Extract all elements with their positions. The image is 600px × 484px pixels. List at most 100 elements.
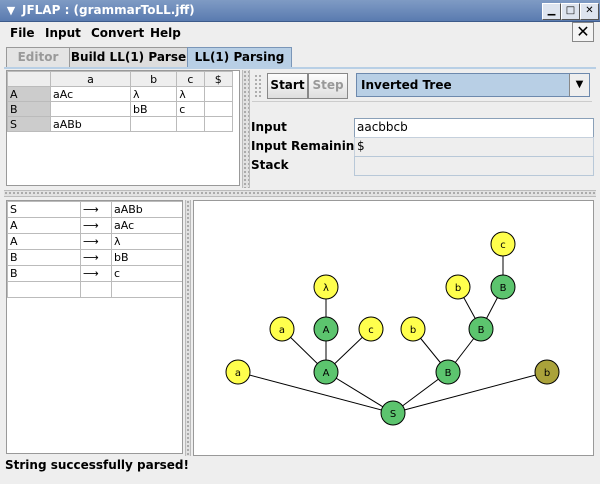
production-lhs[interactable]: B [7,249,81,266]
tree-node-b_end[interactable]: b [534,359,560,385]
production-lhs[interactable]: A [7,233,81,250]
toolbar-divider [252,101,592,102]
table-row [7,281,182,298]
parse-table-panel: a b c $ A aAc λ λ B bB c S aABb [6,70,240,186]
input-remaining-label: Input Remaining [251,139,363,153]
toolbar-grip[interactable] [254,74,262,98]
title-bar: ▼ JFLAP : (grammarToLL.jff) ▁ □ ✕ [0,0,600,22]
tree-node-a2[interactable]: a [269,316,295,342]
tree-node-b3[interactable]: b [445,274,471,300]
table-row: A aAc λ λ [7,86,234,102]
tree-node-a2[interactable]: A [313,316,339,342]
tree-node-label: c [368,325,374,336]
tab-ll1-parsing[interactable]: LL(1) Parsing [187,47,292,68]
menu-help[interactable]: Help [150,26,181,40]
view-mode-value: Inverted Tree [361,78,452,92]
parse-table[interactable]: a b c $ A aAc λ λ B bB c S aABb [7,71,234,132]
tree-node-s[interactable]: S [380,400,406,426]
menu-file[interactable]: File [10,26,35,40]
tree-node-label: B [445,368,452,379]
window-menu-icon[interactable]: ▼ [3,3,19,18]
table-cell[interactable] [130,116,178,132]
table-cell[interactable] [176,116,205,132]
vertical-splitter-bottom[interactable] [185,200,191,456]
arrow-icon: ⟶ [80,233,112,250]
maximize-icon[interactable]: □ [561,3,580,20]
tree-node-lam[interactable]: λ [313,274,339,300]
chevron-down-icon[interactable]: ▼ [569,74,589,96]
arrow-icon: ⟶ [80,201,112,218]
input-label: Input [251,120,287,134]
table-cell[interactable]: λ [176,86,205,102]
production-rhs[interactable]: aAc [111,217,182,234]
close-window-icon[interactable]: ✕ [580,3,599,20]
production-lhs[interactable]: S [7,201,81,218]
production-lhs[interactable]: B [7,265,81,282]
production-rhs[interactable]: aABb [111,201,182,218]
grammar-table-panel: S ⟶ aABb A ⟶ aAc A ⟶ λ B ⟶ bB B ⟶ c [6,200,183,454]
input-remaining-field: $ [354,137,594,157]
tree-node-label: B [478,325,485,336]
tab-underline [4,67,596,69]
production-lhs[interactable] [7,281,81,298]
menu-convert[interactable]: Convert [91,26,144,40]
table-cell[interactable] [203,101,234,117]
tree-node-label: A [323,325,330,336]
tree-node-label: b [455,283,461,294]
table-cell[interactable] [203,116,234,132]
production-lhs[interactable]: A [7,217,81,234]
step-button[interactable]: Step [308,73,348,99]
row-header: A [7,86,51,102]
tree-node-b1[interactable]: B [435,359,461,385]
table-cell[interactable]: c [176,101,205,117]
table-cell[interactable]: bB [130,101,178,117]
tree-node-c1[interactable]: c [358,316,384,342]
start-button[interactable]: Start [267,73,308,99]
tree-node-label: A [323,368,330,379]
arrow-icon: ⟶ [80,217,112,234]
tree-node-a1[interactable]: a [225,359,251,385]
table-cell[interactable] [49,101,132,117]
tree-node-b2[interactable]: B [468,316,494,342]
row-header: B [7,101,51,117]
close-tab-icon[interactable]: ✕ [572,22,594,42]
table-row: B ⟶ bB [7,249,182,266]
table-cell[interactable] [203,86,234,102]
table-cell[interactable]: aABb [49,116,132,132]
tree-node-b3[interactable]: B [490,274,516,300]
minimize-icon[interactable]: ▁ [542,3,561,20]
tab-build-ll1-parse[interactable]: Build LL(1) Parse [69,47,188,68]
table-cell[interactable]: λ [130,86,178,102]
tree-node-a1[interactable]: A [313,359,339,385]
tree-node-label: c [500,240,506,251]
production-rhs[interactable]: c [111,265,182,282]
tree-node-label: a [235,368,241,379]
table-cell[interactable]: aAc [49,86,132,102]
tree-node-label: b [544,368,550,379]
arrow-icon: ⟶ [80,265,112,282]
production-rhs[interactable]: bB [111,249,182,266]
row-header: S [7,116,51,132]
tab-editor[interactable]: Editor [6,47,70,68]
window-title: JFLAP : (grammarToLL.jff) [22,3,195,17]
menu-bar: File Input Convert Help [0,22,600,44]
tree-node-c2[interactable]: c [490,231,516,257]
input-field[interactable]: aacbbcb [354,118,594,138]
status-message: String successfully parsed! [5,458,189,472]
table-row: A ⟶ λ [7,233,182,250]
tree-node-b2[interactable]: b [400,316,426,342]
table-row: S aABb [7,116,234,132]
tree-node-label: a [279,325,285,336]
table-row: A ⟶ aAc [7,217,182,234]
grammar-table[interactable]: S ⟶ aABb A ⟶ aAc A ⟶ λ B ⟶ bB B ⟶ c [7,201,182,298]
menu-input[interactable]: Input [45,26,81,40]
table-row: S ⟶ aABb [7,201,182,218]
tree-edge [392,371,548,414]
horizontal-splitter[interactable] [4,190,596,197]
production-rhs[interactable]: λ [111,233,182,250]
vertical-splitter[interactable] [242,70,250,188]
production-rhs[interactable] [111,281,182,298]
tree-node-label: b [410,325,416,336]
view-mode-select[interactable]: Inverted Tree ▼ [356,73,590,97]
column-header: c [176,71,205,87]
